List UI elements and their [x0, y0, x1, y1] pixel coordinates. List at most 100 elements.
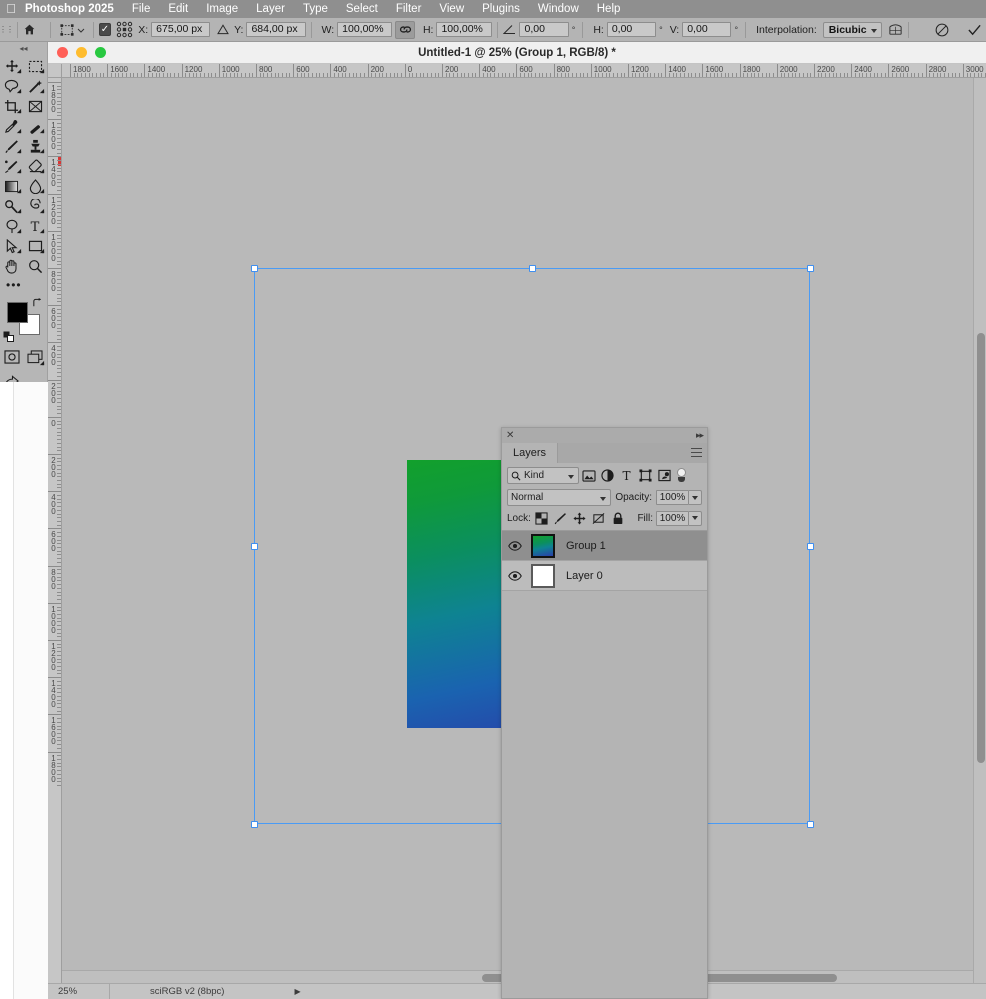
menu-help[interactable]: Help — [588, 3, 630, 15]
transform-handle-bottom-right[interactable] — [807, 821, 814, 828]
menu-type[interactable]: Type — [294, 3, 337, 15]
rotate-angle-icon[interactable] — [502, 24, 516, 35]
commit-transform-icon[interactable] — [963, 23, 986, 37]
vertical-scrollbar[interactable] — [973, 78, 986, 983]
panel-menu-icon[interactable] — [691, 448, 702, 457]
menu-view[interactable]: View — [430, 3, 473, 15]
lock-transparent-pixels-icon[interactable] — [534, 510, 550, 526]
filter-pixel-layers-icon[interactable] — [579, 467, 598, 484]
minimize-button[interactable] — [76, 47, 87, 58]
menu-app-name[interactable]: Photoshop 2025 — [22, 3, 123, 15]
transform-handle-bottom-left[interactable] — [251, 821, 258, 828]
table-row[interactable]: Layer 0 — [502, 561, 707, 591]
dodge-tool[interactable] — [0, 196, 24, 216]
layer-name[interactable]: Layer 0 — [558, 570, 603, 582]
layer-visibility-toggle[interactable] — [502, 570, 528, 581]
menu-plugins[interactable]: Plugins — [473, 3, 529, 15]
menu-edit[interactable]: Edit — [159, 3, 197, 15]
menu-image[interactable]: Image — [197, 3, 247, 15]
tools-panel-grip[interactable]: ◂◂ — [0, 42, 47, 54]
type-t-icon[interactable]: T — [24, 216, 48, 236]
lock-all-icon[interactable] — [610, 510, 626, 526]
y-input[interactable]: 684,00 px — [246, 22, 306, 37]
brush-tool[interactable] — [0, 136, 24, 156]
skew-h-input[interactable]: 0,00 — [606, 22, 657, 37]
rotation-input[interactable]: 0,00 — [519, 22, 569, 37]
reference-point-grid-icon[interactable] — [116, 21, 133, 38]
crop-tool[interactable] — [0, 96, 24, 116]
transform-handle-top-center[interactable] — [529, 265, 536, 272]
status-menu-arrow-icon[interactable]: ▶ — [294, 987, 300, 996]
warp-mode-icon[interactable] — [888, 22, 903, 37]
transform-handle-middle-right[interactable] — [807, 543, 814, 550]
move-tool[interactable] — [0, 56, 24, 76]
cancel-transform-icon[interactable] — [931, 23, 953, 37]
transform-handle-top-left[interactable] — [251, 265, 258, 272]
screen-mode-toggle[interactable] — [24, 346, 48, 368]
menu-filter[interactable]: Filter — [387, 3, 431, 15]
menu-file[interactable]: File — [123, 3, 160, 15]
delta-triangle-icon[interactable] — [217, 24, 229, 35]
filter-kind-select[interactable]: Kind — [507, 467, 579, 484]
width-input[interactable]: 100,00% — [337, 22, 393, 37]
eyedropper-tool[interactable] — [0, 116, 24, 136]
home-icon[interactable] — [23, 23, 45, 36]
opacity-stepper[interactable] — [689, 490, 702, 505]
interpolation-select[interactable]: Bicubic — [822, 21, 882, 38]
options-bar-grip[interactable]: ⋮⋮ — [0, 18, 14, 42]
frame-tool[interactable] — [24, 96, 48, 116]
transform-handle-middle-left[interactable] — [251, 543, 258, 550]
pen-curvature-tool[interactable] — [0, 216, 24, 236]
tool-preset-picker[interactable] — [56, 23, 88, 37]
filter-type-layers-icon[interactable]: T — [617, 467, 636, 484]
filter-adjustment-layers-icon[interactable] — [598, 467, 617, 484]
edit-toolbar-more[interactable]: ••• — [0, 276, 48, 294]
zoom-level-field[interactable]: 25% — [48, 983, 110, 999]
layer-thumbnail[interactable] — [528, 563, 558, 588]
layer-visibility-toggle[interactable] — [502, 540, 528, 551]
spot-healing-brush-tool[interactable] — [24, 116, 48, 136]
blur-droplet-icon[interactable] — [24, 176, 48, 196]
history-brush-tool[interactable] — [0, 156, 24, 176]
layer-thumbnail[interactable] — [528, 533, 558, 558]
lock-artboard-nesting-icon[interactable] — [591, 510, 607, 526]
x-input[interactable]: 675,00 px — [151, 22, 211, 37]
skew-v-input[interactable]: 0,00 — [682, 22, 732, 37]
pen-tool[interactable] — [24, 196, 48, 216]
swap-colors-icon[interactable] — [32, 298, 43, 309]
lasso-tool[interactable] — [0, 76, 24, 96]
filter-enable-toggle[interactable] — [676, 467, 686, 484]
fill-stepper[interactable] — [689, 510, 702, 526]
foreground-color-swatch[interactable] — [7, 302, 28, 323]
ruler-corner[interactable] — [48, 64, 62, 78]
chain-link-icon[interactable] — [395, 20, 415, 39]
vertical-scrollbar-thumb[interactable] — [977, 333, 985, 763]
close-button[interactable] — [57, 47, 68, 58]
path-selection-tool[interactable] — [0, 236, 24, 256]
fill-input[interactable]: 100% — [656, 510, 689, 526]
menu-window[interactable]: Window — [529, 3, 588, 15]
rectangular-marquee-tool[interactable] — [24, 56, 48, 76]
transform-handle-top-right[interactable] — [807, 265, 814, 272]
eraser-tool[interactable] — [24, 156, 48, 176]
apple-menu-icon[interactable]:  — [0, 2, 22, 17]
magnifier-icon[interactable] — [24, 256, 48, 276]
maximize-button[interactable] — [95, 47, 106, 58]
opacity-input[interactable]: 100% — [656, 490, 689, 505]
collapse-panel-icon[interactable]: ▸▸ — [696, 430, 704, 441]
lock-image-pixels-icon[interactable] — [553, 510, 569, 526]
tab-layers[interactable]: Layers — [502, 443, 559, 463]
gradient-tool[interactable] — [0, 176, 24, 196]
quick-mask-toggle[interactable] — [0, 346, 24, 368]
height-input[interactable]: 100,00% — [436, 22, 492, 37]
layer-name[interactable]: Group 1 — [558, 540, 606, 552]
vertical-ruler[interactable]: 1800 1600 1400 1200 1000 800 600 400 200 0 200 400 6… — [48, 78, 62, 999]
close-panel-icon[interactable]: ✕ — [506, 430, 514, 441]
default-colors-icon[interactable] — [3, 331, 15, 343]
show-transform-controls-checkbox[interactable]: ✓ — [98, 23, 112, 36]
hand-tool[interactable] — [0, 256, 24, 276]
blend-mode-select[interactable]: Normal — [507, 489, 612, 506]
rectangle-shape-icon[interactable] — [24, 236, 48, 256]
menu-layer[interactable]: Layer — [247, 3, 294, 15]
menu-select[interactable]: Select — [337, 3, 387, 15]
